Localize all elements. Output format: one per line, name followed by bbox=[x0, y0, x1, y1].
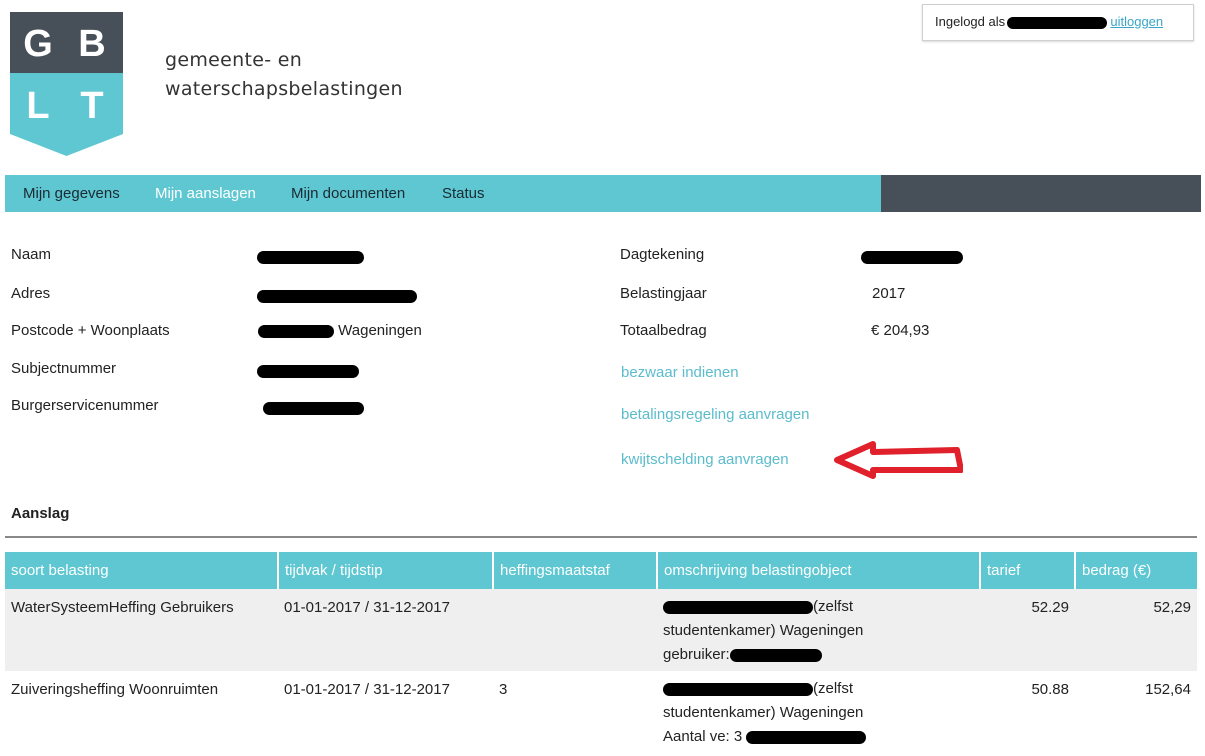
nav-mijn-documenten[interactable]: Mijn documenten bbox=[291, 185, 405, 202]
red-arrow-icon bbox=[834, 441, 963, 479]
section-title-aanslag: Aanslag bbox=[11, 505, 70, 522]
redacted-postcode bbox=[258, 324, 334, 338]
nav-mijn-gegevens[interactable]: Mijn gegevens bbox=[23, 185, 120, 202]
label-adres: Adres bbox=[11, 285, 51, 302]
redacted-username bbox=[1006, 16, 1107, 29]
section-divider bbox=[5, 536, 1197, 538]
label-naam: Naam bbox=[11, 246, 52, 263]
cell-tarief: 52.29 bbox=[980, 589, 1075, 671]
redacted-dagtekening bbox=[861, 251, 963, 264]
header-bedrag: bedrag (€) bbox=[1075, 552, 1197, 589]
logo-letter-b: B bbox=[78, 23, 105, 65]
cell-soort: Zuiveringsheffing Woonruimten bbox=[5, 671, 278, 753]
aanslag-table: soort belasting tijdvak / tijdstip heffi… bbox=[5, 552, 1197, 753]
link-bezwaar-indienen[interactable]: bezwaar indienen bbox=[621, 364, 739, 381]
link-kwijtschelding-aanvragen[interactable]: kwijtschelding aanvragen bbox=[621, 451, 789, 468]
label-subjectnummer: Subjectnummer bbox=[11, 360, 117, 377]
logout-link[interactable]: uitloggen bbox=[1110, 14, 1163, 29]
cell-maatstaf bbox=[493, 589, 657, 671]
obj-line-1: (zelfst bbox=[813, 680, 854, 697]
label-totaalbedrag: Totaalbedrag bbox=[620, 322, 707, 339]
cell-tarief: 50.88 bbox=[980, 671, 1075, 753]
nav-status[interactable]: Status bbox=[442, 185, 485, 202]
logo-letter-l: L bbox=[26, 85, 49, 127]
redacted-gebruiker bbox=[729, 648, 822, 662]
table-row: WaterSysteemHeffing Gebruikers 01-01-201… bbox=[5, 589, 1197, 671]
label-belastingjaar: Belastingjaar bbox=[620, 285, 707, 302]
obj-line-3: Aantal ve: 3 bbox=[663, 728, 743, 745]
redacted-object-address bbox=[663, 600, 813, 614]
brand-line-1: gemeente- en bbox=[165, 49, 303, 71]
value-totaalbedrag: € 204,93 bbox=[871, 322, 930, 339]
cell-tijdvak: 01-01-2017 / 31-12-2017 bbox=[278, 589, 493, 671]
obj-line-1: (zelfst bbox=[813, 598, 854, 615]
cell-maatstaf: 3 bbox=[493, 671, 657, 753]
brand-name: gemeente- en waterschapsbelastingen bbox=[165, 46, 403, 104]
login-label: Ingelogd als bbox=[935, 14, 1006, 29]
brand-line-2: waterschapsbelastingen bbox=[165, 78, 403, 100]
header-heffingsmaatstaf: heffingsmaatstaf bbox=[493, 552, 658, 589]
cell-bedrag: 52,29 bbox=[1075, 589, 1197, 671]
label-dagtekening: Dagtekening bbox=[620, 246, 705, 263]
cell-bedrag: 152,64 bbox=[1075, 671, 1197, 753]
header-omschrijving: omschrijving belastingobject bbox=[657, 552, 981, 589]
header-tijdvak: tijdvak / tijdstip bbox=[278, 552, 494, 589]
cell-omschrijving: (zelfst studentenkamer) Wageningen gebru… bbox=[657, 589, 980, 671]
table-header-row: soort belasting tijdvak / tijdstip heffi… bbox=[5, 552, 1197, 589]
obj-line-2: studentenkamer) Wageningen bbox=[663, 622, 864, 639]
nav-dark-segment bbox=[881, 175, 1201, 212]
label-postcode: Postcode + Woonplaats bbox=[11, 322, 170, 339]
obj-line-3: gebruiker: bbox=[663, 646, 730, 663]
cell-omschrijving: (zelfst studentenkamer) Wageningen Aanta… bbox=[657, 671, 980, 753]
obj-line-2: studentenkamer) Wageningen bbox=[663, 704, 864, 721]
redacted-subjectnummer bbox=[257, 365, 359, 378]
redacted-bsn bbox=[263, 402, 364, 415]
cell-soort: WaterSysteemHeffing Gebruikers bbox=[5, 589, 278, 671]
redacted-object-address bbox=[663, 682, 813, 696]
label-burgerservicenummer: Burgerservicenummer bbox=[11, 397, 159, 414]
cell-tijdvak: 01-01-2017 / 31-12-2017 bbox=[278, 671, 493, 753]
redacted-adres bbox=[257, 290, 417, 303]
nav-mijn-aanslagen[interactable]: Mijn aanslagen bbox=[155, 185, 256, 202]
header-tarief: tarief bbox=[980, 552, 1076, 589]
gblt-logo: G B L T bbox=[10, 12, 123, 156]
header-soort-belasting: soort belasting bbox=[5, 552, 279, 589]
value-woonplaats: Wageningen bbox=[338, 322, 422, 339]
redacted-aantal-ve bbox=[746, 730, 867, 744]
value-postcode: Wageningen bbox=[258, 322, 422, 339]
value-belastingjaar: 2017 bbox=[872, 285, 906, 302]
table-row: Zuiveringsheffing Woonruimten 01-01-2017… bbox=[5, 671, 1197, 753]
logo-letter-t: T bbox=[80, 85, 103, 127]
logo-letter-g: G bbox=[23, 23, 53, 65]
redacted-naam bbox=[257, 251, 364, 264]
main-nav: Mijn gegevens Mijn aanslagen Mijn docume… bbox=[5, 175, 1201, 212]
link-betalingsregeling-aanvragen[interactable]: betalingsregeling aanvragen bbox=[621, 406, 809, 423]
login-status: Ingelogd als uitloggen bbox=[922, 4, 1194, 41]
